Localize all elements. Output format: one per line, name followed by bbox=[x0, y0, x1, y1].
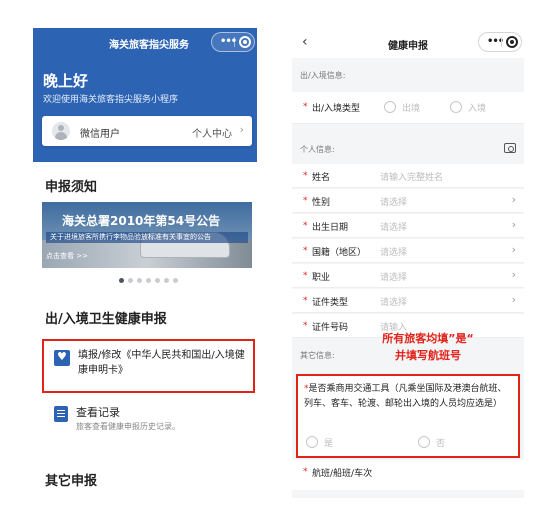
question-text: *是否乘商用交通工具（凡乘坐国际及港澳台航班、列车、客车、轮渡、邮轮出入境的人员… bbox=[304, 382, 514, 412]
field-row-nationality[interactable]: * 国籍（地区） 请选择 › bbox=[292, 239, 524, 263]
avatar-body bbox=[55, 132, 67, 140]
chevron-right-icon: › bbox=[511, 193, 516, 206]
required-mark: * bbox=[303, 221, 308, 231]
field-placeholder[interactable]: 请选择 bbox=[380, 220, 407, 233]
record-subtitle: 旅客查看健康申报历史记录。 bbox=[76, 422, 180, 431]
close-miniprogram-icon[interactable] bbox=[239, 36, 251, 48]
field-row-id-type[interactable]: * 证件类型 请选择 › bbox=[292, 289, 524, 313]
field-row-occupation[interactable]: * 职业 请选择 › bbox=[292, 264, 524, 288]
declaration-card-label: 填报/修改《中华人民共和国出/入境健康申明卡》 bbox=[78, 350, 245, 376]
nav-bar: ‹ 健康申报 ••• bbox=[292, 28, 524, 58]
radio-yes[interactable] bbox=[306, 436, 318, 448]
banner-link[interactable]: 点击查看 >> bbox=[46, 251, 88, 261]
field-label: 证件号码 bbox=[312, 323, 349, 333]
app-title: 海关旅客指尖服务 bbox=[109, 40, 189, 51]
personal-group-label: 个人信息: bbox=[300, 145, 335, 154]
other-section-title: 其它申报 bbox=[45, 474, 98, 489]
field-label: 姓名 bbox=[312, 173, 331, 183]
carousel-dot[interactable] bbox=[173, 278, 178, 283]
carousel-dot[interactable] bbox=[128, 278, 133, 283]
heart-icon bbox=[54, 350, 70, 366]
left-phone-screen: 海关旅客指尖服务 ••• 晚上好 欢迎使用海关旅客指尖服务小程序 微信用户 个人… bbox=[33, 28, 257, 498]
radio-no-label: 否 bbox=[436, 439, 446, 449]
chevron-right-icon: › bbox=[511, 293, 516, 306]
close-miniprogram-icon[interactable] bbox=[506, 36, 518, 48]
health-section-title: 出/入境卫生健康申报 bbox=[45, 312, 167, 327]
announcement-banner[interactable]: 海关总署2010年第54号公告 关于进境旅客所携行李物品验放标准有关事宜的公告 … bbox=[42, 202, 252, 268]
type-label: 出/入境类型 bbox=[312, 104, 361, 114]
required-mark: * bbox=[303, 196, 308, 206]
field-label: 证件类型 bbox=[312, 298, 349, 308]
radio-entry-label: 入境 bbox=[468, 104, 487, 114]
field-placeholder[interactable]: 请选择 bbox=[380, 270, 407, 283]
field-placeholder[interactable]: 请选择 bbox=[380, 245, 407, 258]
fill-health-declaration-button[interactable]: 填报/修改《中华人民共和国出/入境健康申明卡》 bbox=[42, 339, 255, 393]
user-card[interactable]: 微信用户 个人中心 › bbox=[42, 116, 252, 146]
chevron-right-icon: › bbox=[511, 243, 516, 256]
required-mark: * bbox=[303, 296, 308, 306]
record-title: 查看记录 bbox=[76, 406, 120, 419]
carousel-dot[interactable] bbox=[137, 278, 142, 283]
greeting: 晚上好 bbox=[43, 72, 89, 90]
hint-line-1: 所有旅客均填”是“ bbox=[382, 332, 474, 345]
field-row-name[interactable]: * 姓名 请输入完整姓名 bbox=[292, 164, 524, 188]
radio-entry[interactable] bbox=[450, 101, 462, 113]
chevron-right-icon: › bbox=[239, 123, 244, 136]
question-label: 是否乘商用交通工具（凡乘坐国际及港澳台航班、列车、客车、轮渡、邮轮出入境的人员均… bbox=[304, 384, 507, 409]
required-mark: * bbox=[303, 321, 308, 331]
hint-line-2: 并填写航班号 bbox=[395, 349, 461, 362]
chevron-right-icon: › bbox=[511, 268, 516, 281]
exit-entry-group-label: 出/入境信息: bbox=[300, 71, 346, 80]
document-icon bbox=[54, 406, 68, 422]
carousel-dot[interactable] bbox=[155, 278, 160, 283]
banner-subtitle: 关于进境旅客所携行李物品验放标准有关事宜的公告 bbox=[46, 232, 248, 243]
miniprogram-capsule[interactable]: ••• bbox=[211, 32, 255, 52]
back-icon[interactable]: ‹ bbox=[302, 34, 308, 50]
required-mark: * bbox=[303, 246, 308, 256]
miniprogram-capsule[interactable]: ••• bbox=[478, 32, 522, 52]
field-row-birthdate[interactable]: * 出生日期 请选择 › bbox=[292, 214, 524, 238]
welcome-text: 欢迎使用海关旅客指尖服务小程序 bbox=[43, 95, 179, 105]
field-placeholder[interactable]: 请输入完整姓名 bbox=[380, 170, 443, 183]
right-phone-screen: ‹ 健康申报 ••• 出/入境信息: * 出/入境类型 出境 入境 个人信息: … bbox=[292, 28, 524, 498]
avatar-head bbox=[58, 125, 64, 131]
radio-no[interactable] bbox=[418, 436, 430, 448]
required-mark: * bbox=[303, 271, 308, 281]
flight-number-row[interactable]: * 航班/船班/车次 bbox=[292, 460, 524, 490]
carousel-dot[interactable] bbox=[146, 278, 151, 283]
personal-center-link[interactable]: 个人中心 bbox=[192, 125, 232, 140]
field-label: 职业 bbox=[312, 273, 331, 283]
other-group-label: 其它信息: bbox=[300, 351, 335, 360]
capsule-divider bbox=[501, 37, 502, 47]
chevron-right-icon: › bbox=[511, 218, 516, 231]
required-mark: * bbox=[303, 467, 308, 477]
exit-entry-type-row: * 出/入境类型 出境 入境 bbox=[292, 92, 524, 124]
page-title: 健康申报 bbox=[388, 41, 428, 52]
field-label: 国籍（地区） bbox=[312, 248, 367, 258]
field-row-gender[interactable]: * 性别 请选择 › bbox=[292, 189, 524, 213]
radio-yes-label: 是 bbox=[324, 439, 334, 449]
capsule-divider bbox=[234, 37, 235, 47]
banner-title: 海关总署2010年第54号公告 bbox=[62, 214, 221, 228]
field-placeholder[interactable]: 请选择 bbox=[380, 295, 407, 308]
field-label: 出生日期 bbox=[312, 223, 349, 233]
view-records-button[interactable]: 查看记录 旅客查看健康申报历史记录。 bbox=[42, 400, 255, 440]
carousel-dot[interactable] bbox=[119, 278, 124, 283]
avatar bbox=[52, 122, 70, 140]
annotation-hint: 所有旅客均填”是“ 并填写航班号 bbox=[348, 330, 508, 364]
user-name: 微信用户 bbox=[80, 129, 120, 140]
radio-exit[interactable] bbox=[384, 101, 396, 113]
camera-icon[interactable] bbox=[504, 143, 516, 153]
radio-exit-label: 出境 bbox=[402, 104, 421, 114]
commercial-transport-question: *是否乘商用交通工具（凡乘坐国际及港澳台航班、列车、客车、轮渡、邮轮出入境的人员… bbox=[296, 374, 520, 458]
required-mark: * bbox=[303, 171, 308, 181]
required-mark: * bbox=[303, 102, 308, 112]
field-label: 性别 bbox=[312, 198, 331, 208]
notice-section-title: 申报须知 bbox=[45, 180, 98, 195]
carousel-dot[interactable] bbox=[164, 278, 169, 283]
field-placeholder[interactable]: 请选择 bbox=[380, 195, 407, 208]
flight-label: 航班/船班/车次 bbox=[312, 469, 373, 479]
